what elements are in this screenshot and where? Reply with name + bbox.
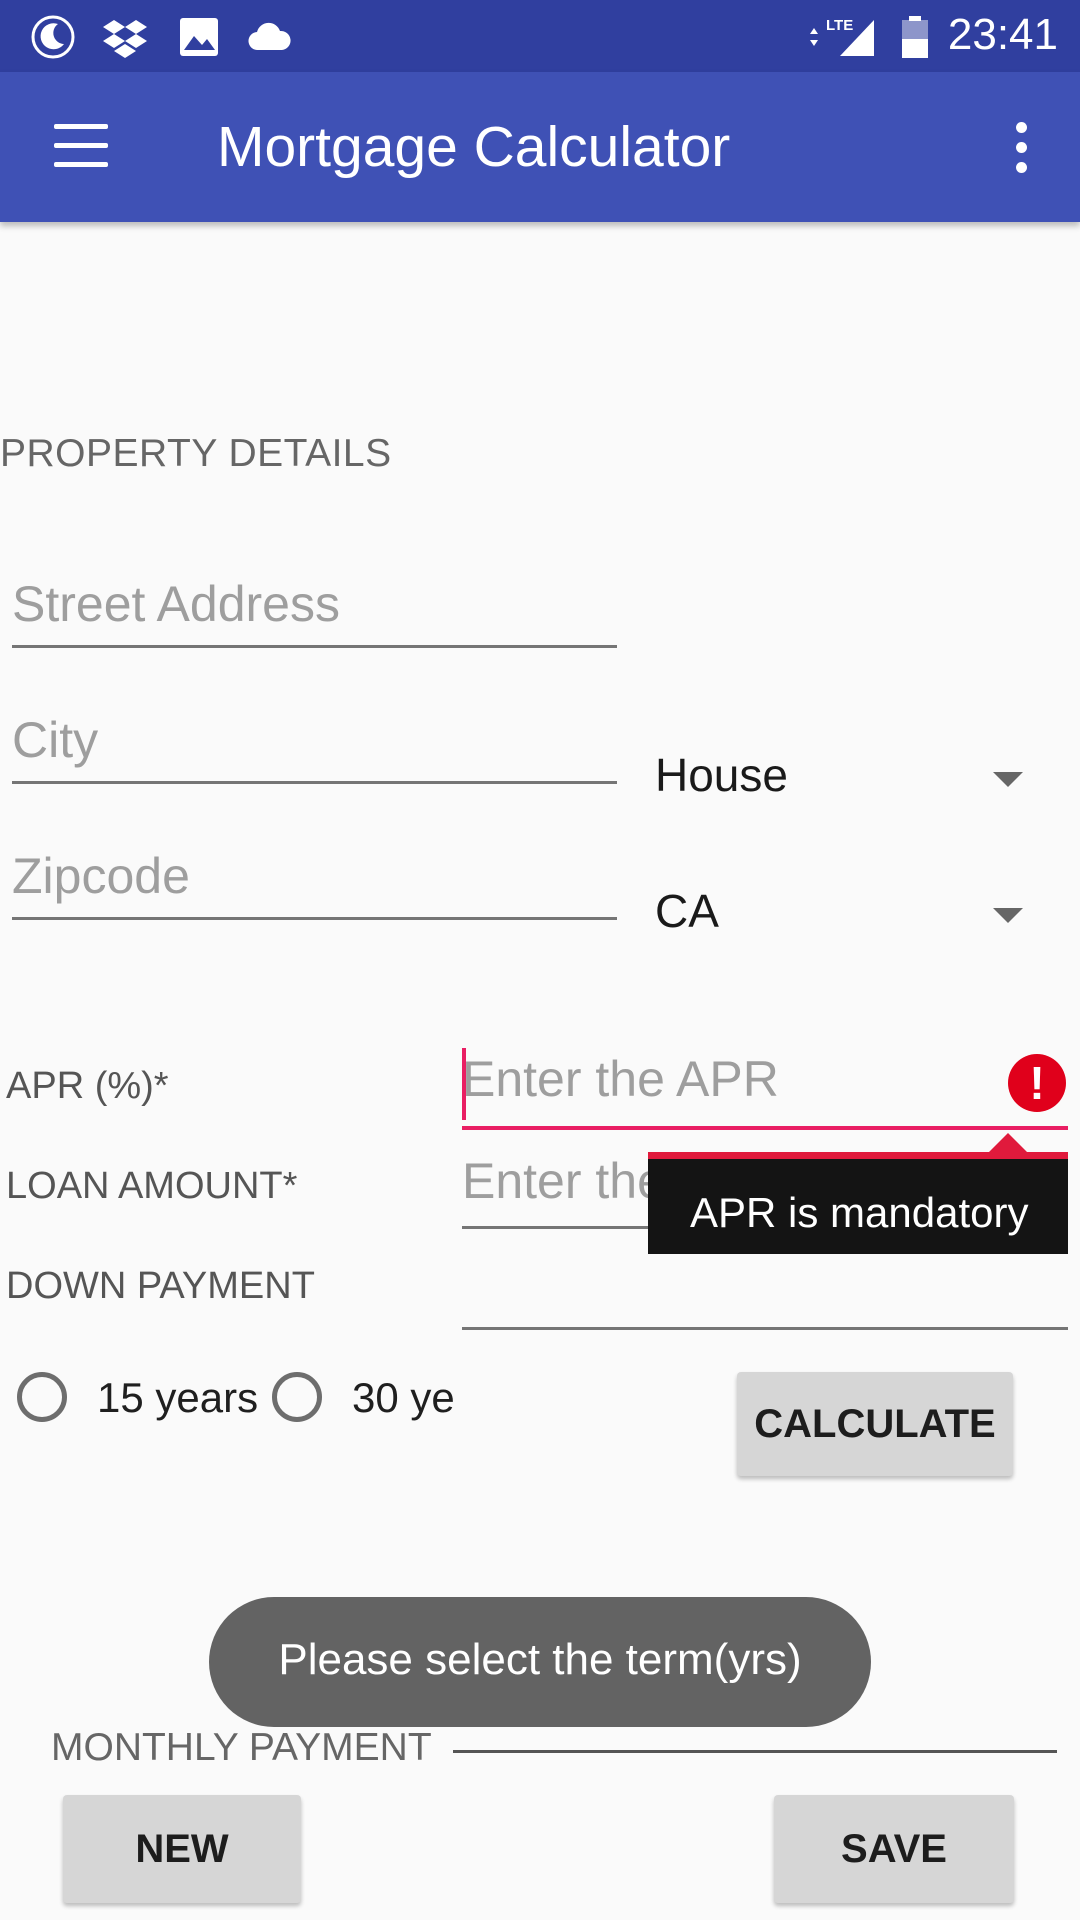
save-button[interactable]: SAVE: [774, 1795, 1014, 1903]
term-15-years-radio[interactable]: 15 years: [17, 1370, 267, 1434]
down-payment-label: DOWN PAYMENT: [6, 1265, 315, 1307]
loan-amount-label: LOAN AMOUNT*: [6, 1165, 298, 1207]
dropbox-icon: [103, 20, 147, 58]
toast: Please select the term(yrs): [209, 1597, 871, 1727]
monthly-payment-divider: [453, 1750, 1057, 1753]
street-address-field[interactable]: [12, 575, 617, 648]
street-address-input[interactable]: [12, 575, 617, 633]
svg-text:LTE: LTE: [826, 17, 853, 34]
property-details-heading: PROPERTY DETAILS: [0, 432, 392, 475]
city-field[interactable]: [12, 711, 617, 784]
text-cursor: [462, 1048, 466, 1120]
down-payment-input[interactable]: [462, 1253, 1068, 1311]
property-type-spinner[interactable]: House: [655, 740, 1035, 810]
toast-message: Please select the term(yrs): [278, 1635, 802, 1684]
image-icon: [180, 18, 218, 56]
calculate-button[interactable]: CALCULATE: [737, 1372, 1013, 1476]
radio-circle: [272, 1372, 322, 1422]
apr-field[interactable]: [462, 1050, 1068, 1130]
status-bar: LTE 23:41: [0, 0, 1080, 72]
apr-error-tooltip: APR is mandatory: [648, 1133, 1068, 1254]
radio-circle: [17, 1372, 67, 1422]
lte-signal-icon: LTE: [810, 17, 874, 56]
moon-icon: [31, 15, 75, 59]
state-spinner[interactable]: CA: [655, 876, 1035, 946]
monthly-payment-label: MONTHLY PAYMENT: [51, 1726, 432, 1769]
apr-error-message: APR is mandatory: [690, 1189, 1029, 1236]
screen: LTE 23:41 Mortgage Calculator PROPERTY D…: [0, 0, 1080, 1920]
term-30-years-label: 30 ye: [352, 1374, 455, 1421]
down-payment-field[interactable]: [462, 1253, 1068, 1330]
zipcode-input[interactable]: [12, 847, 617, 905]
battery-icon: [902, 16, 928, 58]
app-bar: Mortgage Calculator: [0, 72, 1080, 222]
city-input[interactable]: [12, 711, 617, 769]
apr-input[interactable]: [462, 1050, 1068, 1108]
app-title: Mortgage Calculator: [217, 115, 731, 179]
dropdown-arrow-icon: [993, 772, 1023, 787]
term-15-years-label: 15 years: [97, 1374, 259, 1421]
cloud-icon: [248, 22, 291, 51]
zipcode-field[interactable]: [12, 847, 617, 920]
overflow-menu-icon[interactable]: [1002, 118, 1042, 178]
term-30-years-radio[interactable]: 30 ye: [272, 1370, 472, 1434]
property-type-value: House: [655, 749, 788, 801]
menu-icon[interactable]: [48, 122, 114, 172]
new-button[interactable]: NEW: [63, 1795, 301, 1903]
status-time: 23:41: [947, 10, 1058, 59]
apr-label: APR (%)*: [6, 1065, 169, 1107]
tooltip-pointer: [988, 1133, 1028, 1153]
state-value: CA: [655, 885, 719, 937]
dropdown-arrow-icon: [993, 908, 1023, 923]
apr-error-icon: !: [1008, 1054, 1066, 1112]
